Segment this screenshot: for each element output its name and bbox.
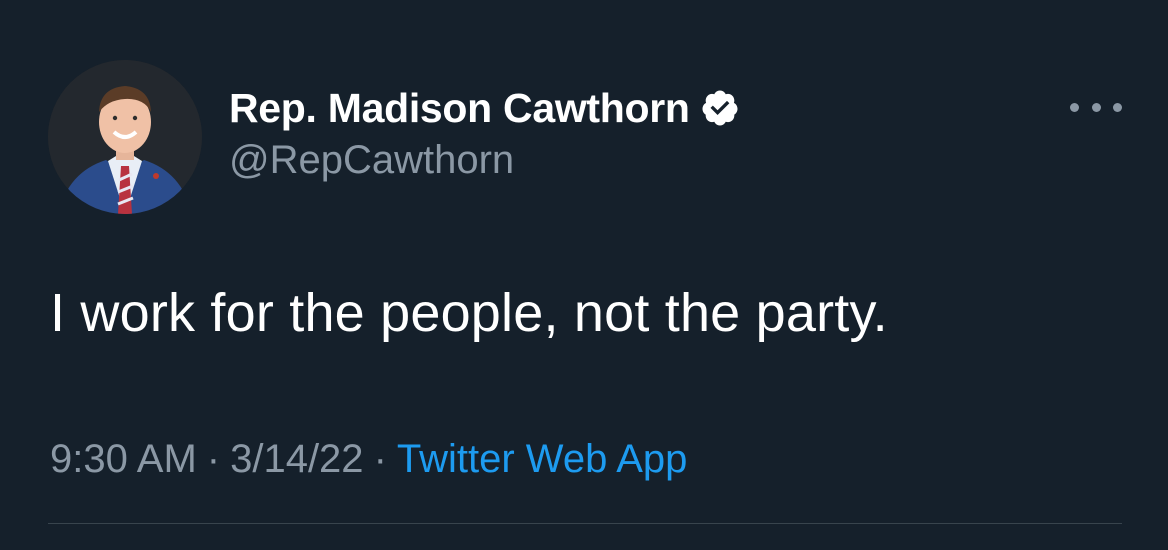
author-display-name[interactable]: Rep. Madison Cawthorn <box>229 85 690 132</box>
author-name-row[interactable]: Rep. Madison Cawthorn <box>229 84 740 132</box>
tweet-time[interactable]: 9:30 AM <box>50 437 197 481</box>
meta-separator: · <box>206 437 221 481</box>
verified-badge-icon <box>700 88 740 128</box>
avatar[interactable] <box>48 60 202 214</box>
avatar-image <box>48 60 202 214</box>
divider <box>48 523 1122 524</box>
meta-separator: · <box>373 437 387 481</box>
tweet-date[interactable]: 3/14/22 <box>230 437 363 481</box>
more-dot <box>1070 102 1079 112</box>
tweet-meta: 9:30 AM · 3/14/22 · Twitter Web App <box>50 437 687 482</box>
tweet-text: I work for the people, not the party. <box>50 283 888 343</box>
tweet-source-link[interactable]: Twitter Web App <box>397 437 688 481</box>
more-dot <box>1091 102 1101 112</box>
author-handle[interactable]: @RepCawthorn <box>229 138 514 183</box>
more-options-icon[interactable] <box>1070 95 1122 119</box>
more-dot <box>1113 102 1122 112</box>
